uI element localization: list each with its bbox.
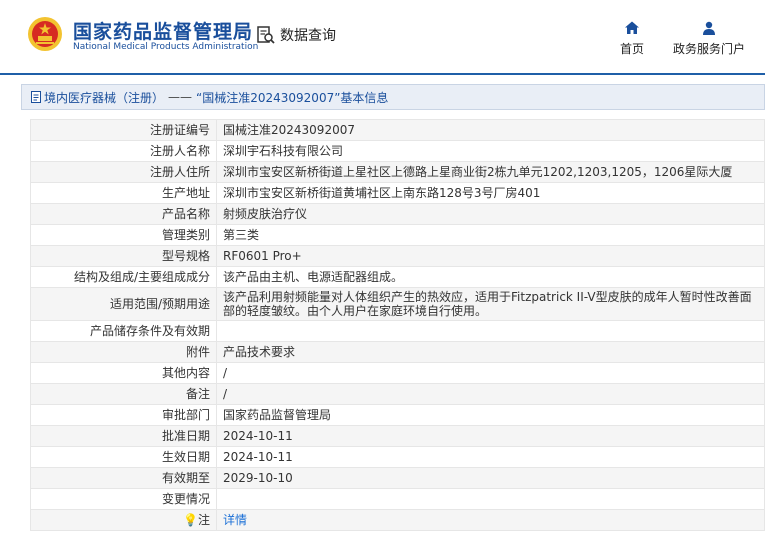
table-row: 备注 / — [30, 383, 765, 405]
row-value — [216, 320, 765, 342]
row-label: 生效日期 — [30, 446, 217, 468]
row-label: 备注 — [30, 383, 217, 405]
table-row: 生效日期 2024-10-11 — [30, 446, 765, 468]
row-label: 变更情况 — [30, 488, 217, 510]
table-row: 注册证编号 国械注准20243092007 — [30, 119, 765, 141]
row-label: 产品储存条件及有效期 — [30, 320, 217, 342]
row-label: 审批部门 — [30, 404, 217, 426]
row-label: 有效期至 — [30, 467, 217, 489]
row-label: 注册证编号 — [30, 119, 217, 141]
nav-home-label: 首页 — [620, 42, 645, 56]
row-value: 2024-10-11 — [216, 446, 765, 468]
table-row: 产品名称 射频皮肤治疗仪 — [30, 203, 765, 225]
breadcrumb-category[interactable]: 境内医疗器械（注册） — [44, 89, 164, 106]
table-row: 产品储存条件及有效期 — [30, 320, 765, 342]
row-label: 附件 — [30, 341, 217, 363]
brand-title: 国家药品监督管理局 — [73, 21, 254, 43]
table-row: 其他内容 / — [30, 362, 765, 384]
row-value: 深圳市宝安区新桥街道上星社区上德路上星商业街2栋九单元1202,1203,120… — [216, 161, 765, 183]
row-value: RF0601 Pro+ — [216, 245, 765, 267]
user-icon — [703, 21, 715, 35]
table-row: 审批部门 国家药品监督管理局 — [30, 404, 765, 426]
data-query-label: 数据查询 — [280, 28, 336, 44]
search-document-icon — [257, 26, 275, 44]
table-row: 型号规格 RF0601 Pro+ — [30, 245, 765, 267]
row-value: / — [216, 383, 765, 405]
lightbulb-icon: 💡 — [183, 513, 198, 527]
row-value: 该产品利用射频能量对人体组织产生的热效应，适用于Fitzpatrick II-V… — [216, 287, 765, 321]
details-link[interactable]: 详情 — [223, 513, 247, 527]
table-row: 注册人住所 深圳市宝安区新桥街道上星社区上德路上星商业街2栋九单元1202,120… — [30, 161, 765, 183]
table-row: 管理类别 第三类 — [30, 224, 765, 246]
note-label: 注 — [197, 513, 210, 527]
row-label: 其他内容 — [30, 362, 217, 384]
table-row: 变更情况 — [30, 488, 765, 510]
brand-subtitle: National Medical Products Administration — [73, 42, 259, 52]
row-label: 注册人住所 — [30, 161, 217, 183]
row-label: 型号规格 — [30, 245, 217, 267]
row-value: 深圳宇石科技有限公司 — [216, 140, 765, 162]
table-row: 适用范围/预期用途 该产品利用射频能量对人体组织产生的热效应，适用于Fitzpat… — [30, 287, 765, 321]
row-label: 结构及组成/主要组成成分 — [30, 266, 217, 288]
row-label-note: 💡注 — [30, 509, 217, 531]
nav-service-portal-label: 政务服务门户 — [673, 42, 746, 56]
table-row: 附件 产品技术要求 — [30, 341, 765, 363]
home-icon — [625, 21, 639, 34]
row-label: 注册人名称 — [30, 140, 217, 162]
row-value: 国家药品监督管理局 — [216, 404, 765, 426]
site-header: 国家药品监督管理局 National Medical Products Admi… — [0, 0, 765, 75]
row-value: 射频皮肤治疗仪 — [216, 203, 765, 225]
row-value — [216, 488, 765, 510]
breadcrumb-separator: —— — [168, 90, 193, 104]
nav-home[interactable]: 首页 — [620, 20, 644, 57]
table-row: 结构及组成/主要组成成分 该产品由主机、电源适配器组成。 — [30, 266, 765, 288]
breadcrumb-title: “国械注准20243092007”基本信息 — [196, 90, 389, 105]
row-value: 产品技术要求 — [216, 341, 765, 363]
data-query-tab[interactable]: 数据查询 — [256, 25, 336, 45]
row-value: 深圳市宝安区新桥街道黄埔社区上南东路128号3号厂房401 — [216, 182, 765, 204]
table-row: 💡注 详情 — [30, 509, 765, 531]
row-label: 批准日期 — [30, 425, 217, 447]
table-row: 有效期至 2029-10-10 — [30, 467, 765, 489]
row-label: 产品名称 — [30, 203, 217, 225]
row-label: 适用范围/预期用途 — [30, 287, 217, 321]
table-row: 生产地址 深圳市宝安区新桥街道黄埔社区上南东路128号3号厂房401 — [30, 182, 765, 204]
row-label: 管理类别 — [30, 224, 217, 246]
row-value: 详情 — [216, 509, 765, 531]
row-value: 2024-10-11 — [216, 425, 765, 447]
table-row: 注册人名称 深圳宇石科技有限公司 — [30, 140, 765, 162]
row-value: 国械注准20243092007 — [216, 119, 765, 141]
document-icon — [31, 91, 41, 103]
device-info-table: 注册证编号 国械注准20243092007 注册人名称 深圳宇石科技有限公司 注册人… — [30, 119, 765, 531]
row-value: 第三类 — [216, 224, 765, 246]
row-label: 生产地址 — [30, 182, 217, 204]
nav-service-portal[interactable]: 政务服务门户 — [673, 20, 745, 57]
row-value: 该产品由主机、电源适配器组成。 — [216, 266, 765, 288]
row-value: 2029-10-10 — [216, 467, 765, 489]
table-row: 批准日期 2024-10-11 — [30, 425, 765, 447]
breadcrumb: 境内医疗器械（注册） —— “国械注准20243092007”基本信息 — [21, 84, 765, 110]
row-value: / — [216, 362, 765, 384]
national-emblem-icon — [28, 17, 62, 51]
